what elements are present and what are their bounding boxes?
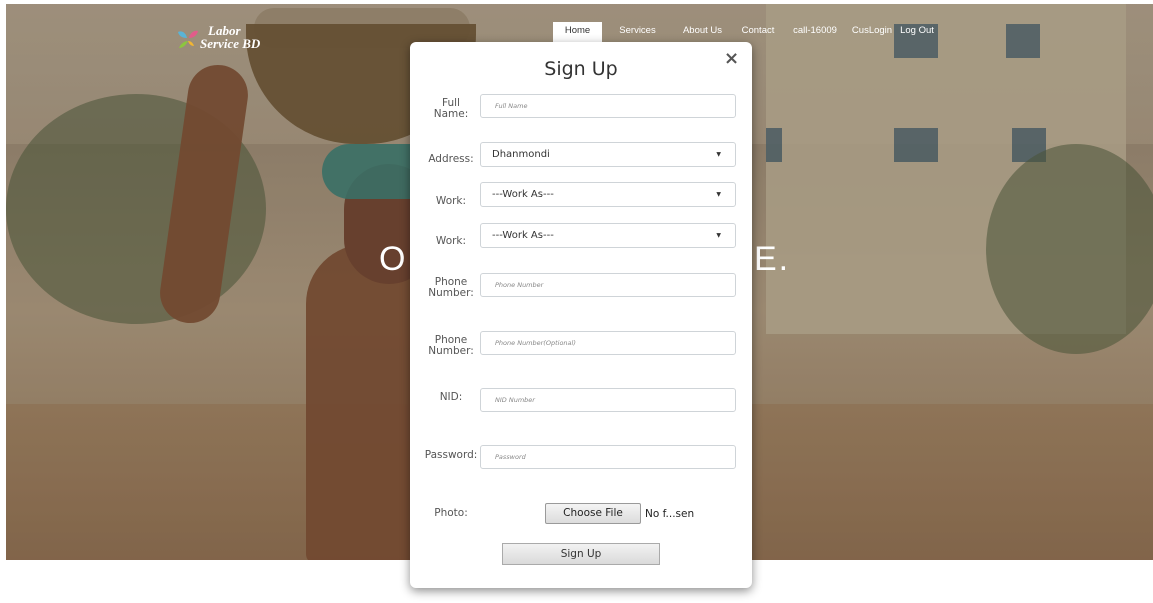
phone-label-1-line-2: Number: — [428, 287, 474, 299]
address-select-value: Dhanmondi — [492, 149, 550, 160]
address-label: Address: — [428, 153, 474, 165]
phone-optional-input[interactable]: Phone Number(Optional) — [480, 331, 736, 355]
password-label: Password: — [424, 449, 478, 461]
choose-file-button[interactable]: Choose File — [545, 503, 641, 524]
nav-services[interactable]: Services — [610, 22, 665, 42]
full-name-label: Full Name: — [422, 98, 480, 120]
file-status: No f...sen — [645, 508, 695, 520]
phone-input[interactable]: Phone Number — [480, 273, 736, 297]
work-select-1[interactable]: ---Work As--- ▼ — [480, 182, 736, 207]
hero-heading-left: O — [379, 240, 408, 278]
modal-title: Sign Up — [544, 58, 618, 80]
nid-label: NID: — [439, 391, 463, 403]
sign-up-button[interactable]: Sign Up — [502, 543, 660, 565]
full-name-input[interactable]: Full Name — [480, 94, 736, 118]
brand-logo[interactable]: Labor Service BD — [176, 24, 276, 58]
hero-heading-right: E. — [754, 240, 791, 278]
nav-home[interactable]: Home — [553, 22, 602, 42]
brand-name: Labor Service BD — [200, 24, 260, 50]
work-label-1: Work: — [435, 195, 467, 207]
phone-label-2-line-2: Number: — [428, 345, 474, 357]
work-label-2: Work: — [435, 235, 467, 247]
chevron-down-icon: ▼ — [716, 232, 721, 239]
password-input[interactable]: Password — [480, 445, 736, 469]
nav-contact[interactable]: Contact — [733, 22, 783, 42]
nav-about-us[interactable]: About Us — [675, 22, 730, 42]
top-nav: Home Services About Us Contact call-1600… — [553, 22, 937, 42]
address-select[interactable]: Dhanmondi ▼ — [480, 142, 736, 167]
phone-label-1: Phone Number: — [422, 277, 480, 299]
brand-line-2: Service BD — [200, 36, 261, 51]
chevron-down-icon: ▼ — [716, 151, 721, 158]
work-select-2-value: ---Work As--- — [492, 230, 554, 241]
leaf-logo-icon — [178, 30, 198, 48]
work-select-1-value: ---Work As--- — [492, 189, 554, 200]
work-select-2[interactable]: ---Work As--- ▼ — [480, 223, 736, 248]
nav-call[interactable]: call-16009 — [789, 22, 841, 42]
signup-modal: × Sign Up Full Name: Full Name Address: … — [410, 42, 752, 588]
photo-label: Photo: — [434, 507, 468, 519]
chevron-down-icon: ▼ — [716, 191, 721, 198]
nav-log-out[interactable]: Log Out — [897, 22, 937, 42]
nav-cus-login[interactable]: CusLogin — [847, 22, 897, 42]
full-name-label-line-2: Name: — [433, 108, 469, 120]
phone-label-2: Phone Number: — [422, 335, 480, 357]
nid-input[interactable]: NID Number — [480, 388, 736, 412]
